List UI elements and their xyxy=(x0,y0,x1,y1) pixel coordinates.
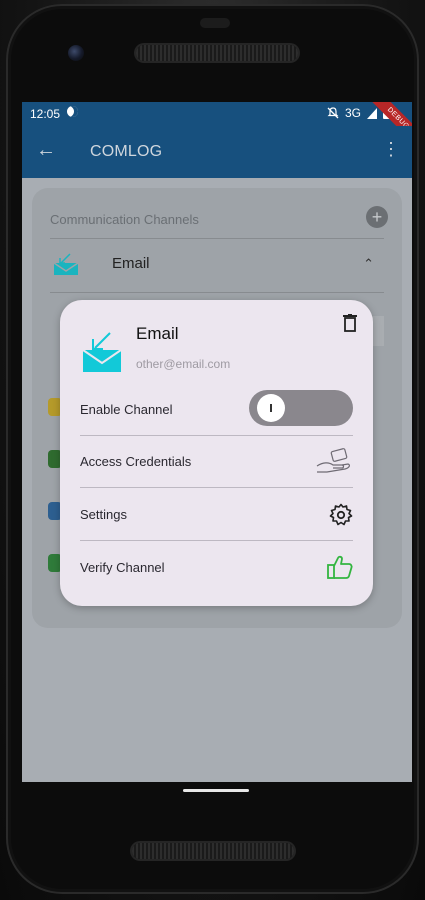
access-credentials-label: Access Credentials xyxy=(80,454,192,469)
channel-options-dialog: Email other@email.com Enable Channel Acc… xyxy=(60,300,373,606)
dialog-title: Email xyxy=(136,324,179,343)
settings-label: Settings xyxy=(80,507,127,522)
verify-channel-row[interactable]: Verify Channel xyxy=(80,542,353,594)
thumbs-up-icon[interactable] xyxy=(327,554,353,580)
toggle-knob[interactable] xyxy=(257,394,285,422)
status-bar: 12:05 3G DEBUG xyxy=(22,102,412,152)
enable-channel-row[interactable]: Enable Channel xyxy=(80,384,353,436)
top-notch xyxy=(200,18,230,28)
app-bar: ← COMLOG ⋮ xyxy=(22,126,412,178)
settings-row[interactable]: Settings xyxy=(80,489,353,541)
divider xyxy=(50,238,384,239)
add-circle-icon[interactable]: + xyxy=(366,206,388,228)
network-type: 3G xyxy=(344,106,361,120)
channel-email-label[interactable]: Email xyxy=(112,255,150,272)
earpiece-speaker xyxy=(136,45,298,61)
home-indicator[interactable] xyxy=(183,789,249,792)
chevron-up-icon[interactable]: ⌃ xyxy=(363,256,374,272)
verify-channel-label: Verify Channel xyxy=(80,560,165,575)
hand-card-icon[interactable] xyxy=(315,448,353,476)
enable-channel-toggle[interactable] xyxy=(249,390,353,426)
status-time: 12:05 xyxy=(30,107,61,121)
gear-icon[interactable] xyxy=(329,503,353,527)
silent-bell-icon xyxy=(327,107,339,119)
divider xyxy=(80,540,353,541)
dialog-email-address: other@email.com xyxy=(136,357,231,371)
email-inbox-icon xyxy=(53,253,79,275)
channels-header: Communication Channels xyxy=(50,212,199,227)
email-inbox-icon xyxy=(82,332,122,372)
back-arrow-icon[interactable]: ← xyxy=(36,140,56,160)
more-vert-icon[interactable]: ⋮ xyxy=(382,140,400,158)
do-not-disturb-icon xyxy=(67,106,78,117)
app-title: COMLOG xyxy=(90,143,163,160)
bottom-speaker xyxy=(132,843,294,859)
front-camera xyxy=(68,45,84,61)
trash-icon[interactable] xyxy=(343,314,357,332)
divider xyxy=(50,292,384,293)
phone-frame: 12:05 3G DEBUG ← COMLOG ⋮ Communication … xyxy=(0,0,425,900)
access-credentials-row[interactable]: Access Credentials xyxy=(80,436,353,488)
divider xyxy=(80,487,353,488)
enable-channel-label: Enable Channel xyxy=(80,402,173,417)
signal-icon xyxy=(367,107,377,119)
